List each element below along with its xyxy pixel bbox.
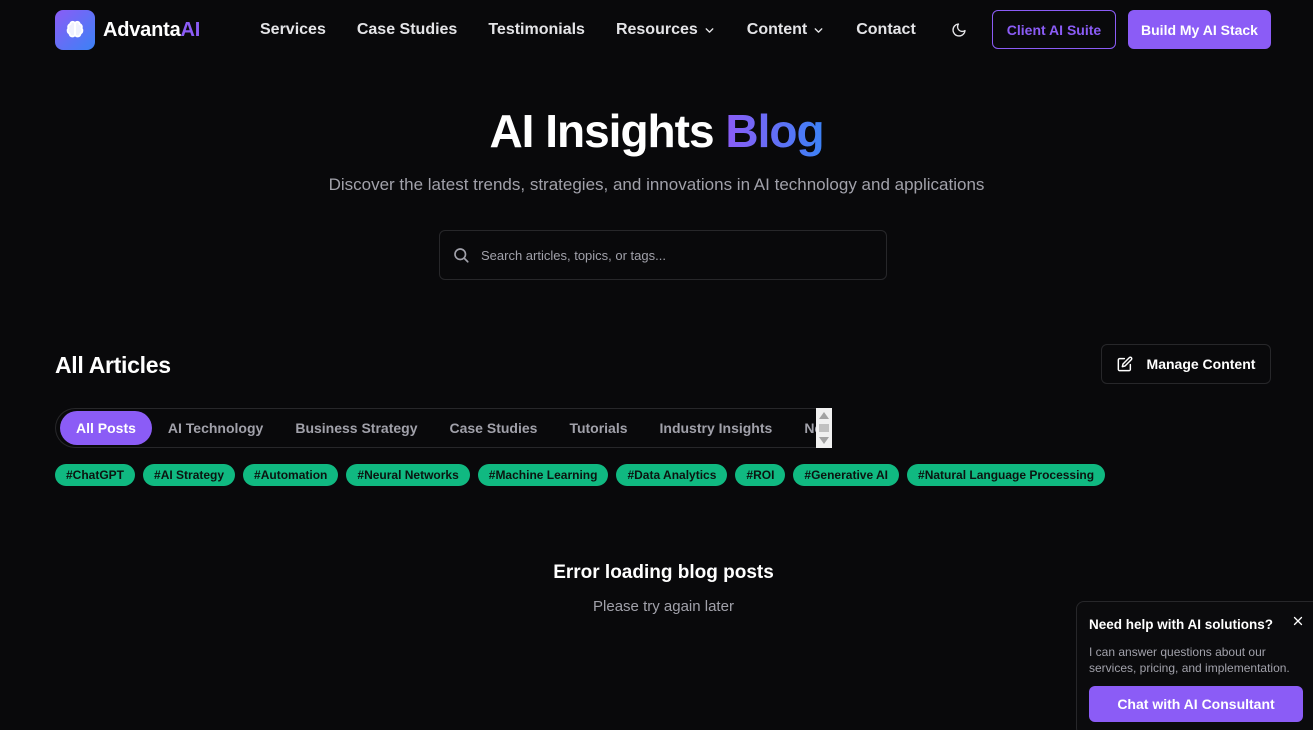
manage-content-button[interactable]: Manage Content [1101, 344, 1271, 384]
nav-content[interactable]: Content [747, 21, 825, 39]
theme-toggle-button[interactable] [948, 19, 970, 41]
tag-ai-strategy[interactable]: #AI Strategy [143, 464, 236, 486]
tag-neural-networks[interactable]: #Neural Networks [346, 464, 470, 486]
edit-icon [1117, 356, 1133, 372]
page-title: AI Insights Blog [489, 105, 824, 157]
chat-title: Need help with AI solutions? [1089, 617, 1274, 632]
tag-chatgpt[interactable]: #ChatGPT [55, 464, 136, 486]
tab-business-strategy[interactable]: Business Strategy [279, 411, 433, 445]
manage-content-label: Manage Content [1146, 356, 1256, 372]
tab-ai-technology[interactable]: AI Technology [152, 411, 279, 445]
nav-resources[interactable]: Resources [616, 21, 716, 39]
chat-body: I can answer questions about our service… [1089, 645, 1290, 675]
chevron-down-icon [705, 27, 714, 33]
tab-tutorials[interactable]: Tutorials [553, 411, 643, 445]
top-nav: AdvantaAI Services Case Studies Testimon… [0, 0, 1313, 60]
tab-industry-insights[interactable]: Industry Insights [644, 411, 789, 445]
tag-generative-ai[interactable]: #Generative AI [793, 464, 900, 486]
tag-automation[interactable]: #Automation [243, 464, 339, 486]
tag-data-analytics[interactable]: #Data Analytics [616, 464, 728, 486]
category-tabs: All Posts AI Technology Business Strateg… [55, 408, 832, 448]
search-box [439, 230, 887, 280]
tag-natural-language-processing[interactable]: #Natural Language Processing [907, 464, 1106, 486]
search-icon [454, 248, 469, 263]
tag-machine-learning[interactable]: #Machine Learning [477, 464, 609, 486]
tag-roi[interactable]: #ROI [735, 464, 786, 486]
error-title: Error loading blog posts [553, 562, 774, 583]
scroll-down-arrow-icon[interactable] [819, 437, 829, 444]
chat-consultant-button[interactable]: Chat with AI Consultant [1089, 686, 1303, 722]
client-ai-suite-button[interactable]: Client AI Suite [992, 10, 1116, 49]
moon-icon [952, 23, 966, 37]
brain-icon [55, 10, 95, 50]
brand-logo[interactable]: AdvantaAI [55, 10, 200, 50]
nav-links: Services Case Studies Testimonials Resou… [260, 0, 916, 60]
scroll-thumb[interactable] [819, 424, 829, 432]
page-subtitle: Discover the latest trends, strategies, … [328, 175, 985, 194]
chevron-down-icon [814, 27, 823, 33]
scroll-up-arrow-icon[interactable] [819, 412, 829, 419]
tab-case-studies[interactable]: Case Studies [434, 411, 554, 445]
nav-case-studies[interactable]: Case Studies [357, 21, 457, 39]
tab-all-posts[interactable]: All Posts [60, 411, 152, 445]
tabs-scrollbar[interactable] [816, 408, 832, 448]
build-ai-stack-button[interactable]: Build My AI Stack [1128, 10, 1271, 49]
chat-popup: Need help with AI solutions? I can answe… [1076, 601, 1313, 730]
section-heading: All Articles [55, 352, 171, 378]
nav-contact[interactable]: Contact [856, 21, 916, 39]
brand-name: AdvantaAI [103, 18, 201, 41]
nav-testimonials[interactable]: Testimonials [488, 21, 585, 39]
tag-list: #ChatGPT #AI Strategy #Automation #Neura… [55, 464, 1106, 486]
search-input[interactable] [481, 247, 871, 263]
nav-services[interactable]: Services [260, 21, 326, 39]
close-icon[interactable] [1290, 613, 1306, 629]
